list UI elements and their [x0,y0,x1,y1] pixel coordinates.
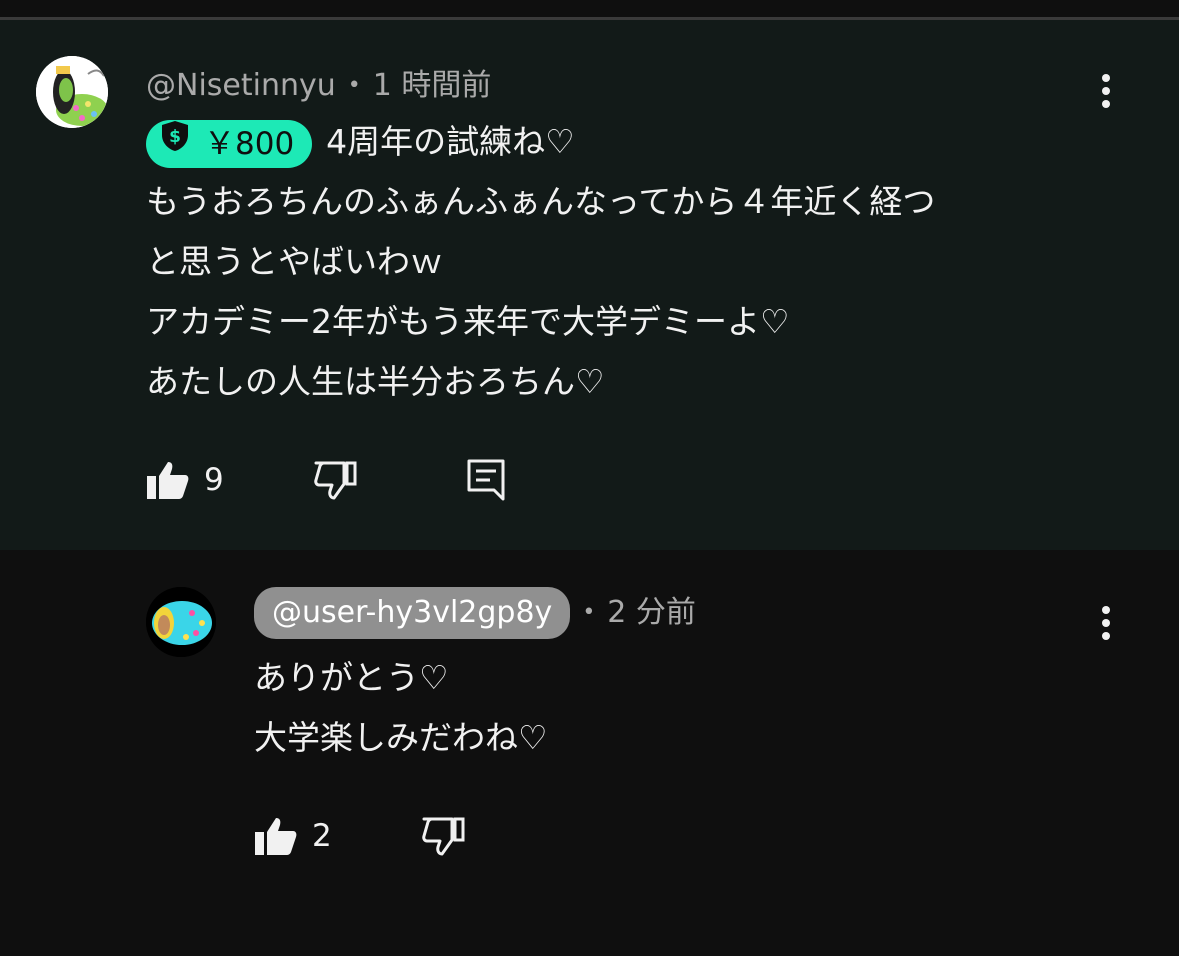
avatar[interactable] [36,56,108,128]
comment-handle[interactable]: @Nisetinnyu [146,68,336,103]
reply-time: 2 分前 [607,595,696,630]
like-button[interactable] [146,460,190,504]
thumbs-up-icon [147,462,189,499]
reply-handle[interactable]: @user-hy3vl2gp8y [254,587,571,639]
reply-button[interactable] [466,458,506,506]
superchat-amount: ￥800 [204,125,295,162]
comment-text-line: もうおろちんのふぁんふぁんなってから４年近く経つ [146,182,936,221]
reply-text-line: ありがとう♡ [254,658,449,697]
reply-menu-icon[interactable] [1102,606,1112,645]
thumbs-up-icon [255,818,297,855]
reply-like-count: 2 [312,818,332,854]
reply-icon [467,459,505,501]
comment-text-line: と思うとやばいわｗ [146,242,443,281]
reply-dislike-button[interactable] [422,816,466,860]
comment-time: 1 時間前 [372,68,492,103]
superchat-badge: $ ￥800 [146,118,313,168]
comment-line-1: $ ￥800 4周年の試練ね♡ [146,112,575,172]
comment-text-line: アカデミー2年がもう来年で大学デミーよ♡ [146,302,790,341]
comment-text-line: 4周年の試練ね♡ [326,122,575,161]
avatar-image [36,56,108,128]
comment-meta: @Nisetinnyu • 1 時間前 [146,68,492,103]
reply-like-button[interactable] [254,816,298,860]
thumbs-down-icon [422,817,465,856]
like-count: 9 [204,462,224,498]
reply-avatar[interactable] [146,587,216,657]
avatar-image [146,587,216,657]
svg-text:$: $ [169,127,181,147]
reply-text-line: 大学楽しみだわね♡ [254,718,548,757]
thumbs-down-icon [314,461,357,500]
dislike-button[interactable] [314,460,358,504]
comment-menu-icon[interactable] [1102,74,1112,113]
reply-meta: @user-hy3vl2gp8y • 2 分前 [254,587,696,639]
dollar-shield-icon: $ [160,118,190,166]
comment-text-line: あたしの人生は半分おろちん♡ [146,362,605,401]
